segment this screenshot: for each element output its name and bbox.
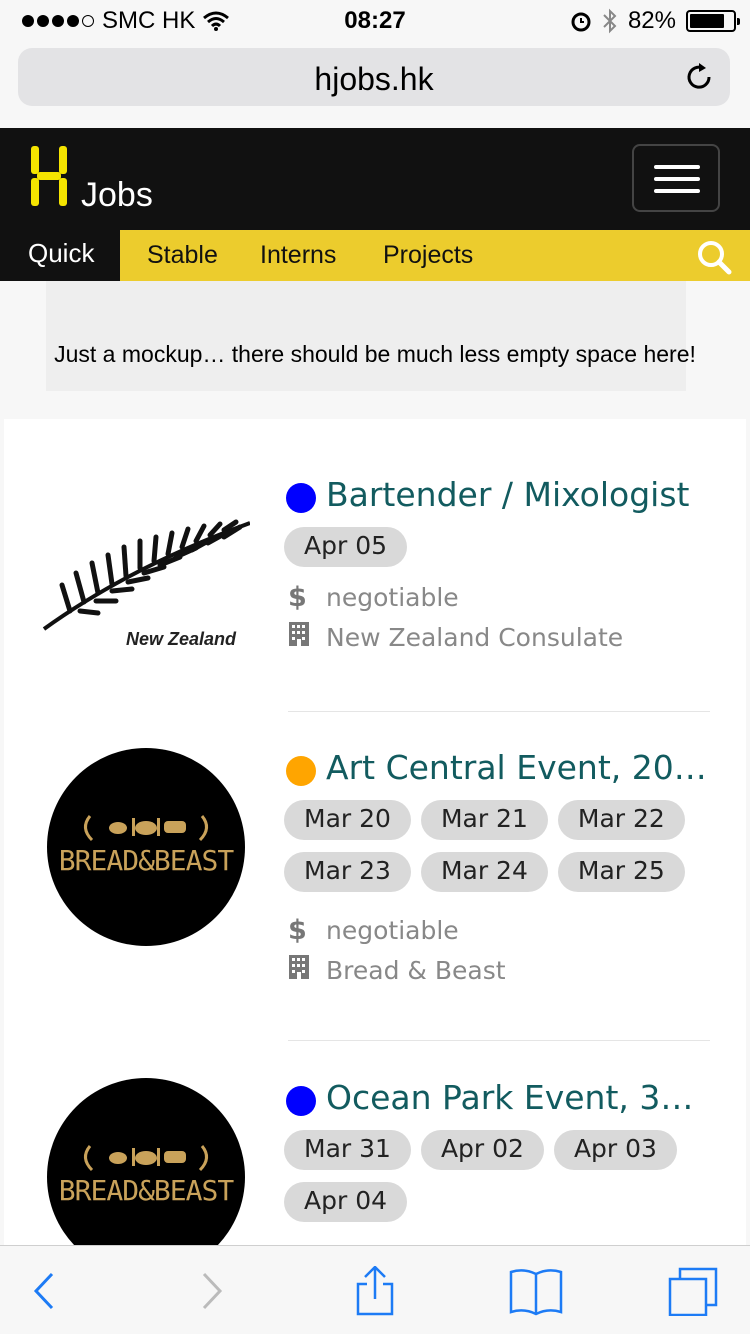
job-title[interactable]: Art Central Event, 20-25 Mar (284, 748, 710, 787)
date-chip: Mar 22 (557, 800, 685, 840)
job-meta: $ negotiable New Zealand Consulate (288, 577, 623, 657)
date-chip: Apr 04 (284, 1182, 408, 1222)
date-chip: Mar 24 (420, 852, 548, 892)
job-title-text: Art Central Event, 20-25 Mar (326, 748, 710, 787)
tab-projects[interactable]: Projects (383, 241, 473, 270)
status-dot (286, 483, 316, 513)
category-nav: Quick Stable Interns Projects (0, 230, 750, 281)
company-row: Bread & Beast (288, 950, 506, 990)
notice-area: Just a mockup… there should be much less… (0, 281, 750, 418)
hamburger-menu-button[interactable] (632, 144, 720, 212)
building-icon (288, 954, 326, 987)
job-list: New Zealand Bartender / Mixologist Apr 0… (4, 419, 746, 1245)
battery-fill (690, 14, 725, 28)
date-chip: Apr 02 (420, 1130, 544, 1170)
bluetooth-icon (603, 8, 617, 34)
company-logo: New Zealand (40, 507, 251, 707)
tabs-icon[interactable] (668, 1266, 718, 1316)
building-icon (288, 621, 326, 654)
company-text: Bread & Beast (326, 955, 506, 985)
divider (288, 1040, 710, 1041)
tab-interns[interactable]: Interns (260, 241, 336, 270)
date-chip: Mar 23 (284, 852, 411, 892)
silver-fern-icon (42, 519, 251, 631)
forward-icon[interactable] (186, 1266, 236, 1316)
back-icon[interactable] (22, 1266, 72, 1316)
status-dot (286, 1086, 316, 1116)
browser-address-area: hjobs.hk (0, 40, 750, 128)
address-bar[interactable]: hjobs.hk (18, 48, 730, 106)
date-chips: Mar 31 Apr 02 Apr 03 Apr 04 (284, 1130, 714, 1222)
notice-panel (46, 281, 686, 391)
dollar-icon: $ (288, 581, 307, 613)
salary-text: negotiable (326, 582, 459, 612)
divider (288, 711, 710, 712)
reload-icon[interactable] (682, 60, 716, 94)
salary-row: $ negotiable (288, 577, 623, 617)
logo-jobs-text: Jobs (81, 176, 153, 214)
tab-stable[interactable]: Stable (147, 241, 218, 270)
status-right: 82% (570, 7, 740, 35)
battery-icon (686, 10, 740, 32)
h-logo-icon (31, 146, 67, 206)
status-dot (286, 756, 316, 786)
salary-text: negotiable (326, 915, 459, 945)
bread-beast-logo-icon (47, 1078, 245, 1245)
date-chips: Apr 05 (284, 527, 714, 567)
share-icon[interactable] (350, 1266, 400, 1316)
logo-caption: BREAD&BEAST (58, 1174, 234, 1207)
date-chip: Mar 20 (284, 800, 411, 840)
company-logo: BREAD&BEAST (40, 748, 250, 948)
tab-quick[interactable]: Quick (0, 230, 120, 281)
job-meta: $ negotiable Bread & Beast (288, 910, 506, 990)
browser-toolbar (0, 1245, 750, 1334)
job-title-text: Ocean Park Event, 31 Mar (326, 1078, 710, 1117)
logo-caption: BREAD&BEAST (58, 844, 234, 877)
search-icon[interactable] (696, 239, 732, 275)
date-chip: Mar 21 (420, 800, 548, 840)
date-chip: Mar 25 (557, 852, 685, 892)
mockup-notice: Just a mockup… there should be much less… (54, 341, 696, 367)
date-chips: Mar 20 Mar 21 Mar 22 Mar 23 Mar 24 Mar 2… (284, 800, 714, 892)
site-header: Jobs (0, 128, 750, 230)
status-bar: SMC HK 08:27 82% (0, 0, 750, 40)
job-title[interactable]: Bartender / Mixologist (284, 475, 710, 514)
salary-row: $ negotiable (288, 910, 506, 950)
alarm-icon (571, 12, 591, 32)
dollar-icon: $ (288, 914, 307, 946)
bookmarks-icon[interactable] (508, 1266, 564, 1316)
url-text[interactable]: hjobs.hk (18, 61, 730, 98)
battery-percent: 82% (627, 7, 676, 34)
hjobs-logo[interactable]: Jobs (27, 144, 157, 224)
date-chip: Apr 03 (553, 1130, 677, 1170)
date-chip: Mar 31 (284, 1130, 411, 1170)
company-logo: BREAD&BEAST (40, 1078, 250, 1245)
company-row: New Zealand Consulate (288, 617, 623, 657)
job-title[interactable]: Ocean Park Event, 31 Mar (284, 1078, 710, 1117)
logo-caption: New Zealand (126, 629, 237, 649)
date-chip: Apr 05 (284, 527, 408, 567)
company-text: New Zealand Consulate (326, 622, 624, 652)
job-title-text: Bartender / Mixologist (326, 475, 690, 514)
